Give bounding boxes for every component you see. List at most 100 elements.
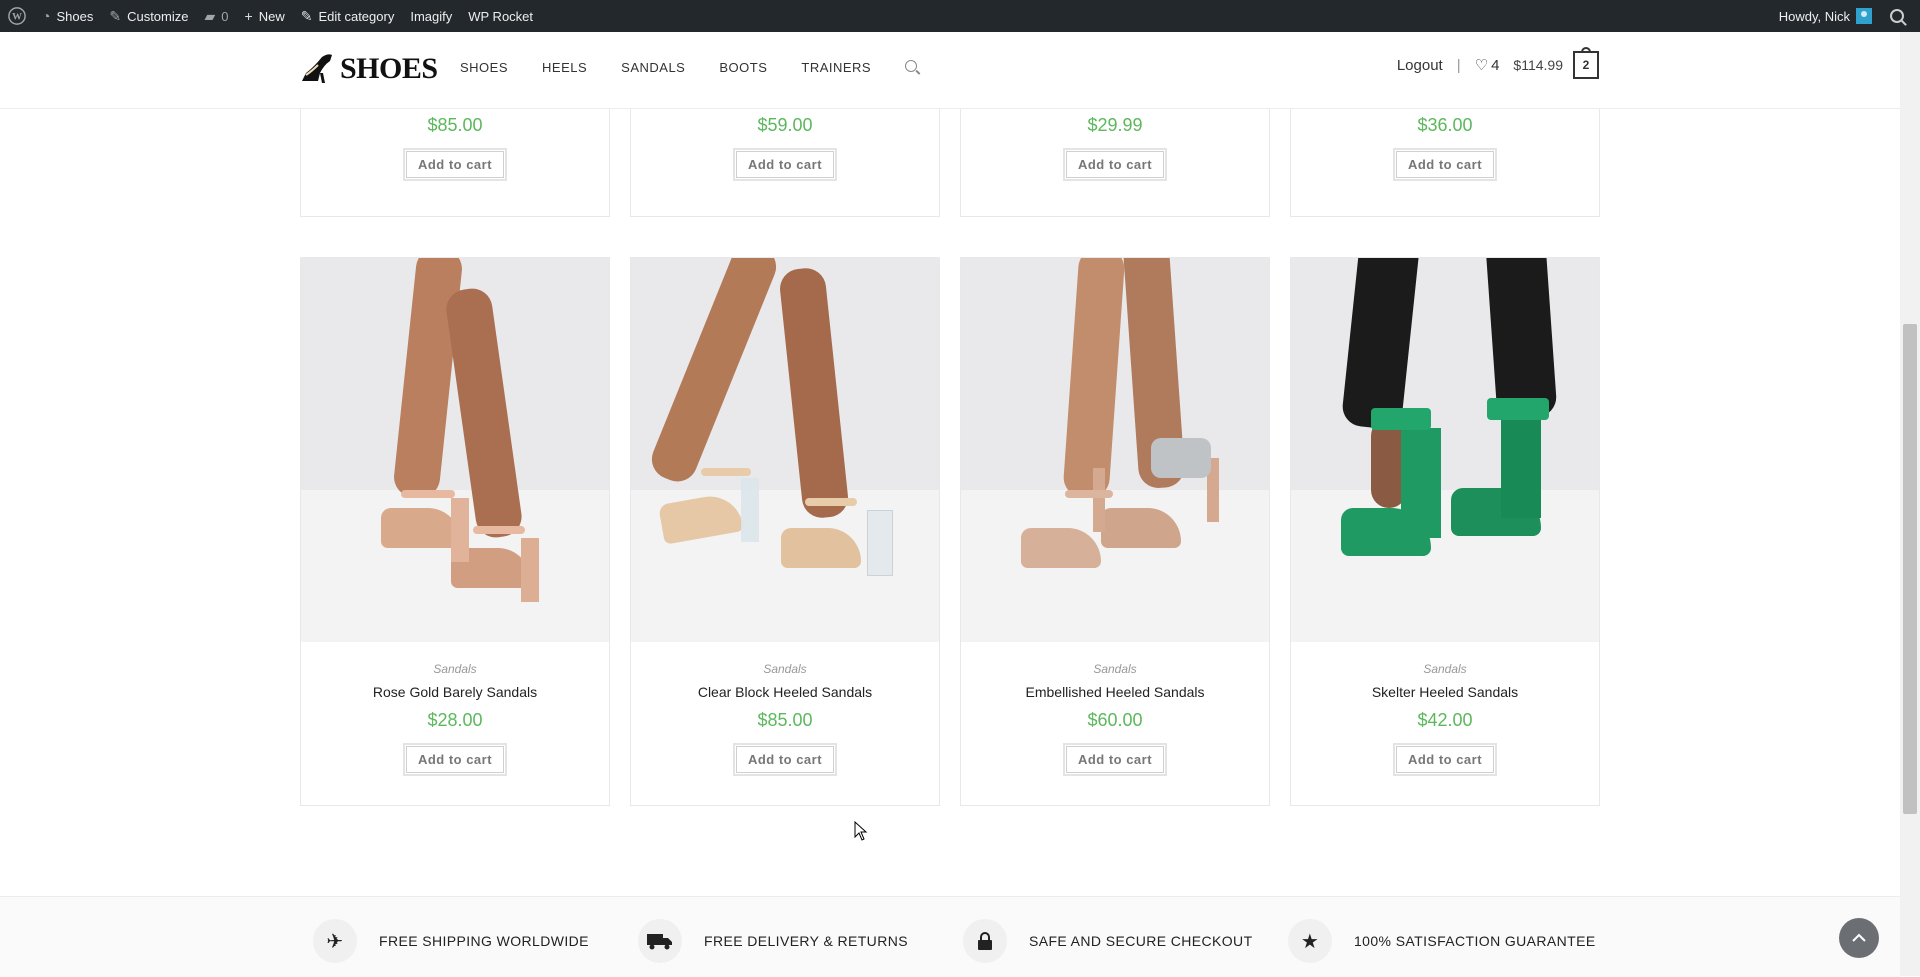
feature-item: ★ 100% SATISFACTION GUARANTEE (1288, 919, 1596, 963)
svg-text:W: W (12, 12, 22, 23)
product-card: $29.99 Add to cart (960, 100, 1270, 217)
product-name[interactable]: Embellished Heeled Sandals (961, 684, 1269, 700)
cart-count: 2 (1582, 58, 1590, 72)
truck-icon (638, 919, 682, 963)
product-category[interactable]: Sandals (1291, 662, 1599, 676)
admin-account-link[interactable]: Howdy, Nick (1771, 0, 1880, 32)
admin-customize-label: Customize (127, 8, 189, 24)
product-image[interactable] (301, 258, 609, 642)
nav-item-sandals[interactable]: SANDALS (621, 60, 685, 75)
cart-total[interactable]: $114.99 (1513, 57, 1563, 73)
product-price: $85.00 (757, 710, 813, 730)
header-account-area: Logout | ♡ 4 $114.99 2 (1397, 47, 1599, 79)
wordpress-logo-icon[interactable]: W (0, 0, 34, 32)
admin-search-icon[interactable] (1890, 9, 1904, 23)
lock-icon (963, 919, 1007, 963)
feature-item: ✈ FREE SHIPPING WORLDWIDE (313, 919, 589, 963)
product-price: $36.00 (1417, 115, 1473, 135)
product-category[interactable]: Sandals (961, 662, 1269, 676)
admin-wp-rocket-link[interactable]: WP Rocket (460, 0, 541, 32)
admin-new-link[interactable]: + New (237, 0, 293, 32)
main-nav: SHOES HEELS SANDALS BOOTS TRAINERS (460, 60, 918, 75)
nav-item-shoes[interactable]: SHOES (460, 60, 508, 75)
admin-imagify-label: Imagify (410, 8, 453, 24)
plane-icon: ✈ (313, 919, 357, 963)
brush-icon: ✎ (109, 7, 122, 24)
admin-wp-rocket-label: WP Rocket (468, 8, 534, 24)
product-name[interactable]: Skelter Heeled Sandals (1291, 684, 1599, 700)
add-to-cart-button[interactable]: Add to cart (1392, 743, 1498, 776)
logout-link[interactable]: Logout (1397, 57, 1443, 74)
product-card[interactable]: Sandals Embellished Heeled Sandals $60.0… (960, 257, 1270, 806)
header-separator: | (1456, 56, 1461, 74)
admin-comments-count: 0 (221, 8, 229, 24)
dashboard-icon: ◔ (42, 8, 51, 24)
admin-site-link[interactable]: ◔ Shoes (34, 0, 101, 32)
product-name[interactable]: Rose Gold Barely Sandals (301, 684, 609, 700)
nav-item-trainers[interactable]: TRAINERS (801, 60, 871, 75)
features-bar: ✈ FREE SHIPPING WORLDWIDE FREE DELIVERY … (0, 896, 1900, 977)
admin-site-label: Shoes (56, 8, 94, 24)
scrollbar-thumb[interactable] (1903, 324, 1917, 814)
product-price: $85.00 (427, 115, 483, 135)
product-card[interactable]: Sandals Clear Block Heeled Sandals $85.0… (630, 257, 940, 806)
feature-item: SAFE AND SECURE CHECKOUT (963, 919, 1253, 963)
product-image[interactable] (1291, 258, 1599, 642)
admin-imagify-link[interactable]: Imagify (402, 0, 460, 32)
product-card[interactable]: Sandals Rose Gold Barely Sandals $28.00 … (300, 257, 610, 806)
nav-item-boots[interactable]: BOOTS (719, 60, 767, 75)
product-price: $42.00 (1417, 710, 1473, 730)
page-scrollbar[interactable] (1900, 32, 1920, 976)
add-to-cart-button[interactable]: Add to cart (402, 148, 508, 181)
feature-label: FREE SHIPPING WORLDWIDE (379, 933, 589, 949)
admin-edit-category-link[interactable]: ✎ Edit category (293, 0, 403, 32)
site-logo[interactable]: SHOES (300, 52, 438, 86)
add-to-cart-button[interactable]: Add to cart (732, 743, 838, 776)
star-icon: ★ (1288, 919, 1332, 963)
product-category[interactable]: Sandals (631, 662, 939, 676)
product-image[interactable] (631, 258, 939, 642)
cart-bag-icon[interactable]: 2 (1573, 47, 1599, 79)
avatar (1856, 8, 1872, 24)
comment-icon: ▰ (204, 7, 216, 24)
add-to-cart-button[interactable]: Add to cart (1062, 148, 1168, 181)
search-icon[interactable] (905, 60, 918, 72)
admin-bar: W ◔ Shoes ✎ Customize ▰ 0 + New ✎ Edit c… (0, 0, 1920, 32)
product-price: $28.00 (427, 710, 483, 730)
back-to-top-button[interactable] (1839, 918, 1879, 958)
product-card: $59.00 Add to cart (630, 100, 940, 217)
product-price: $59.00 (757, 115, 813, 135)
add-to-cart-button[interactable]: Add to cart (732, 148, 838, 181)
product-price: $29.99 (1087, 115, 1143, 135)
add-to-cart-button[interactable]: Add to cart (402, 743, 508, 776)
product-name[interactable]: Clear Block Heeled Sandals (631, 684, 939, 700)
mouse-cursor-icon (854, 821, 868, 841)
chevron-up-icon (1852, 933, 1866, 942)
admin-greeting: Howdy, Nick (1778, 8, 1850, 24)
heart-icon: ♡ (1474, 57, 1489, 74)
admin-comments-link[interactable]: ▰ 0 (197, 0, 237, 32)
wishlist-link[interactable]: ♡ 4 (1474, 56, 1500, 75)
product-card: $85.00 Add to cart (300, 100, 610, 217)
plus-icon: + (244, 8, 253, 24)
feature-label: FREE DELIVERY & RETURNS (704, 933, 908, 949)
add-to-cart-button[interactable]: Add to cart (1392, 148, 1498, 181)
feature-item: FREE DELIVERY & RETURNS (638, 919, 908, 963)
logo-text: SHOES (340, 52, 438, 85)
admin-customize-link[interactable]: ✎ Customize (101, 0, 196, 32)
admin-edit-category-label: Edit category (318, 8, 395, 24)
add-to-cart-button[interactable]: Add to cart (1062, 743, 1168, 776)
product-card: $36.00 Add to cart (1290, 100, 1600, 217)
product-card[interactable]: Sandals Skelter Heeled Sandals $42.00 Ad… (1290, 257, 1600, 806)
product-price: $60.00 (1087, 710, 1143, 730)
feature-label: 100% SATISFACTION GUARANTEE (1354, 933, 1596, 949)
pencil-icon: ✎ (300, 7, 313, 24)
nav-item-heels[interactable]: HEELS (542, 60, 587, 75)
product-image[interactable] (961, 258, 1269, 642)
product-category[interactable]: Sandals (301, 662, 609, 676)
wishlist-count: 4 (1491, 56, 1500, 74)
high-heel-logo-icon (302, 54, 332, 83)
admin-new-label: New (258, 8, 285, 24)
feature-label: SAFE AND SECURE CHECKOUT (1029, 933, 1253, 949)
site-header: SHOES SHOES HEELS SANDALS BOOTS TRAINERS… (0, 32, 1900, 109)
